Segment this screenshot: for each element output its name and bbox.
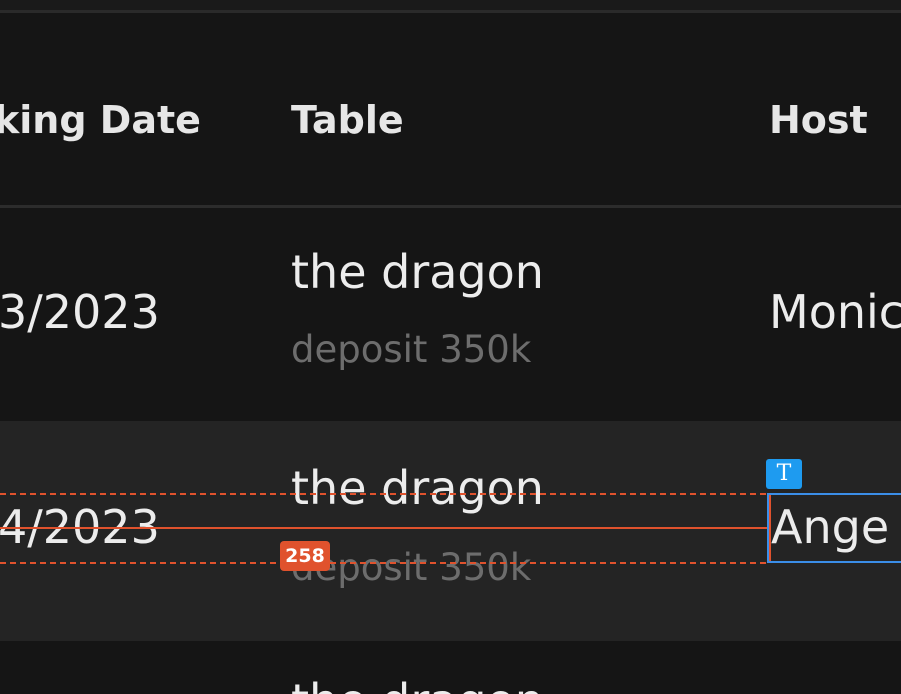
table-name-cell: the dragon [291,245,544,299]
column-header-table[interactable]: Table [291,97,404,143]
table-name-cell: the dragon [291,675,544,694]
text-tool-icon: T [766,459,802,489]
column-header-host[interactable]: Host [769,97,868,143]
measure-distance-badge: 258 [280,541,330,571]
table-row[interactable]: 3/2023 the dragon deposit 350k Monic [0,208,901,421]
measure-guide-center [0,527,768,529]
deposit-cell: deposit 350k [291,328,532,371]
measure-guide-top [0,493,766,495]
table-header: king Date Table Host [0,13,901,206]
booking-date-cell: 3/2023 [0,285,160,339]
measure-guide-bottom [0,562,766,564]
table-name-cell: the dragon [291,461,544,515]
host-cell: Monic [769,285,901,339]
previous-section-strip [0,0,901,10]
text-selection-box[interactable] [767,493,901,563]
bookings-table-canvas: king Date Table Host 3/2023 the dragon d… [0,0,901,694]
table-row[interactable]: the dragon [0,641,901,694]
column-header-booking-date[interactable]: king Date [0,97,201,143]
table-row[interactable]: 4/2023 the dragon deposit 350k Ange [0,421,901,641]
selection-edge-marker [769,495,771,561]
